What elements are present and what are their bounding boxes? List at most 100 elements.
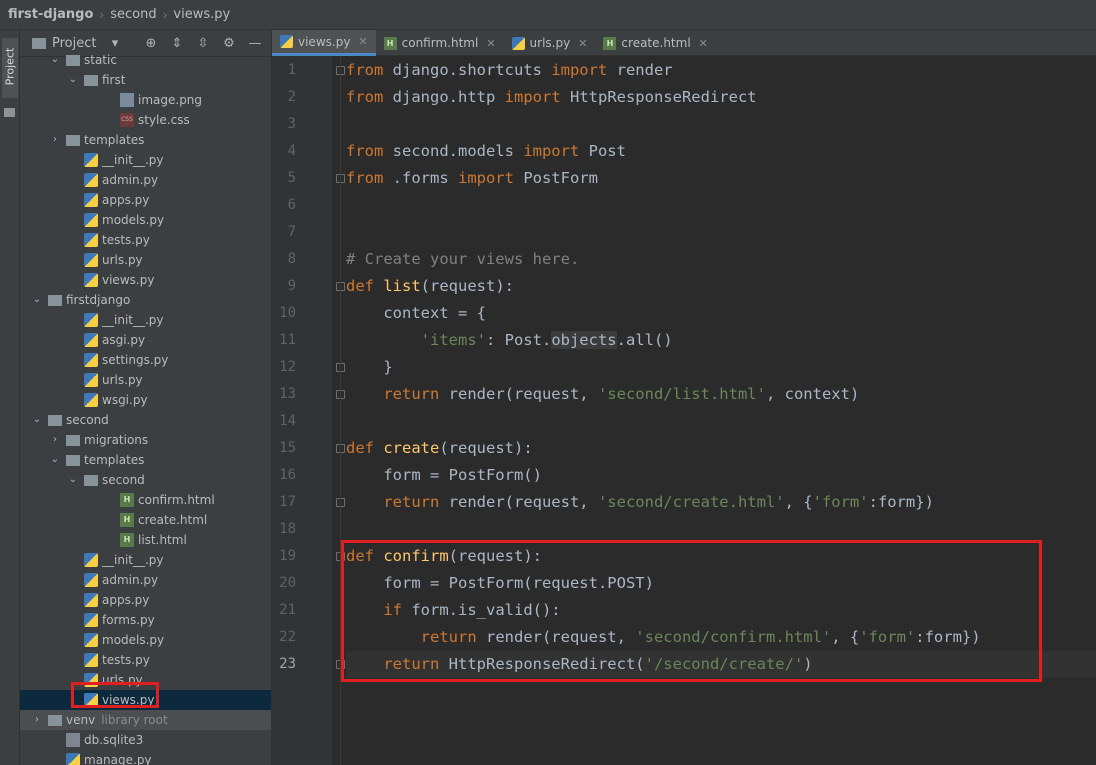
code-line[interactable]: from django.shortcuts import render	[346, 57, 1096, 84]
tree-item[interactable]: Hconfirm.html	[20, 490, 271, 510]
tree-item[interactable]: Hlist.html	[20, 530, 271, 550]
tab-create-html[interactable]: Hcreate.html ✕	[595, 30, 715, 56]
tree-item[interactable]: ⌄ static	[20, 50, 271, 70]
tree-item[interactable]: forms.py	[20, 610, 271, 630]
line-number: 13	[279, 386, 296, 402]
tree-item[interactable]: views.py	[20, 270, 271, 290]
code-token: import	[504, 88, 561, 106]
project-panel: Project ▾ ⊕ ⇕ ⇳ ⚙ — ⌄ static ⌄ first image.p…	[20, 30, 272, 765]
tree-item[interactable]: ⌄ firstdjango	[20, 290, 271, 310]
tree-item[interactable]: asgi.py	[20, 330, 271, 350]
code-line[interactable]	[346, 219, 1096, 246]
tree-item[interactable]: __init__.py	[20, 150, 271, 170]
chevron-down-icon[interactable]: ▾	[108, 36, 122, 51]
locate-icon[interactable]: ⊕	[144, 36, 158, 51]
folder-file-icon	[66, 135, 80, 146]
chevron-right-icon[interactable]: ›	[32, 710, 42, 730]
folder-file-icon	[48, 415, 62, 426]
code-line[interactable]: form = PostForm()	[346, 462, 1096, 489]
tree-item[interactable]: ⌄ templates	[20, 450, 271, 470]
chevron-right-icon[interactable]: ›	[50, 430, 60, 450]
code-line[interactable]: from second.models import Post	[346, 138, 1096, 165]
code-line[interactable]: 'items': Post.objects.all()	[346, 327, 1096, 354]
code-token: }	[346, 358, 393, 376]
code-line[interactable]: from django.http import HttpResponseRedi…	[346, 84, 1096, 111]
breadcrumb-folder[interactable]: second	[110, 7, 156, 22]
db-file-icon	[66, 733, 80, 747]
code-token: from	[346, 61, 384, 79]
code-line[interactable]	[346, 516, 1096, 543]
tree-item-label: image.png	[138, 93, 203, 107]
tree-item-label: __init__.py	[102, 553, 164, 567]
chevron-down-icon[interactable]: ⌄	[50, 450, 60, 470]
tree-item[interactable]: ⌄ second	[20, 470, 271, 490]
py-file-icon	[84, 653, 98, 667]
tree-item[interactable]: ⌄ second	[20, 410, 271, 430]
tree-item[interactable]: manage.py	[20, 750, 271, 765]
tree-item[interactable]: CSS style.css	[20, 110, 271, 130]
minimize-icon[interactable]: —	[248, 36, 262, 51]
code-line[interactable]: }	[346, 354, 1096, 381]
code-line[interactable]: def create(request):	[346, 435, 1096, 462]
code-token: def	[346, 277, 374, 295]
breadcrumb-file[interactable]: views.py	[173, 7, 230, 22]
close-icon[interactable]: ✕	[358, 35, 367, 48]
tree-item[interactable]: models.py	[20, 210, 271, 230]
tree-item[interactable]: › migrations	[20, 430, 271, 450]
tree-item[interactable]: urls.py	[20, 370, 271, 390]
code-line[interactable]: from .forms import PostForm	[346, 165, 1096, 192]
gear-icon[interactable]: ⚙	[222, 36, 236, 51]
tree-item[interactable]: apps.py	[20, 190, 271, 210]
tab-views-py[interactable]: views.py ✕	[272, 30, 376, 56]
code-line[interactable]	[346, 111, 1096, 138]
expand-all-icon[interactable]: ⇕	[170, 36, 184, 51]
code-token: context = {	[346, 304, 486, 322]
project-tool-window-button[interactable]: Project	[2, 38, 18, 98]
project-view-selector[interactable]: Project	[52, 36, 96, 51]
close-icon[interactable]: ✕	[486, 37, 495, 50]
code-line[interactable]	[346, 192, 1096, 219]
tree-item[interactable]: __init__.py	[20, 310, 271, 330]
code-line[interactable]: return render(request, 'second/list.html…	[346, 381, 1096, 408]
chevron-right-icon[interactable]: ›	[50, 130, 60, 150]
folder-file-icon	[84, 75, 98, 86]
tree-item[interactable]: apps.py	[20, 590, 271, 610]
code-line[interactable]	[346, 408, 1096, 435]
code-line[interactable]: def list(request):	[346, 273, 1096, 300]
code-line[interactable]: # Create your views here.	[346, 246, 1096, 273]
tree-item[interactable]: urls.py	[20, 250, 271, 270]
chevron-down-icon[interactable]: ⌄	[32, 290, 42, 310]
tree-item[interactable]: db.sqlite3	[20, 730, 271, 750]
tree-item[interactable]: __init__.py	[20, 550, 271, 570]
code-token: import	[523, 142, 580, 160]
tree-item[interactable]: tests.py	[20, 230, 271, 250]
tree-item[interactable]: wsgi.py	[20, 390, 271, 410]
py-file-icon	[84, 613, 98, 627]
tab-confirm-html[interactable]: Hconfirm.html ✕	[376, 30, 504, 56]
code-line[interactable]: context = {	[346, 300, 1096, 327]
chevron-down-icon[interactable]: ⌄	[32, 410, 42, 430]
tree-item[interactable]: admin.py	[20, 570, 271, 590]
tree-item[interactable]: models.py	[20, 630, 271, 650]
tree-item[interactable]: › templates	[20, 130, 271, 150]
tab-urls-py[interactable]: urls.py ✕	[504, 30, 596, 56]
code-token: , context)	[765, 385, 860, 403]
tree-item[interactable]: image.png	[20, 90, 271, 110]
chevron-down-icon[interactable]: ⌄	[68, 70, 78, 90]
tree-item[interactable]: admin.py	[20, 170, 271, 190]
chevron-down-icon[interactable]: ⌄	[68, 470, 78, 490]
breadcrumb-project[interactable]: first-django	[8, 7, 93, 22]
chevron-down-icon[interactable]: ⌄	[50, 50, 60, 70]
py-file-icon	[84, 353, 98, 367]
code-token: django.shortcuts	[383, 61, 552, 79]
close-icon[interactable]: ✕	[699, 37, 708, 50]
close-icon[interactable]: ✕	[578, 37, 587, 50]
tree-item[interactable]: settings.py	[20, 350, 271, 370]
tree-item[interactable]: ⌄ first	[20, 70, 271, 90]
collapse-all-icon[interactable]: ⇳	[196, 36, 210, 51]
tree-item[interactable]: › venv library root	[20, 710, 271, 730]
tree-item[interactable]: Hcreate.html	[20, 510, 271, 530]
tree-item[interactable]: tests.py	[20, 650, 271, 670]
code-line[interactable]: return render(request, 'second/create.ht…	[346, 489, 1096, 516]
